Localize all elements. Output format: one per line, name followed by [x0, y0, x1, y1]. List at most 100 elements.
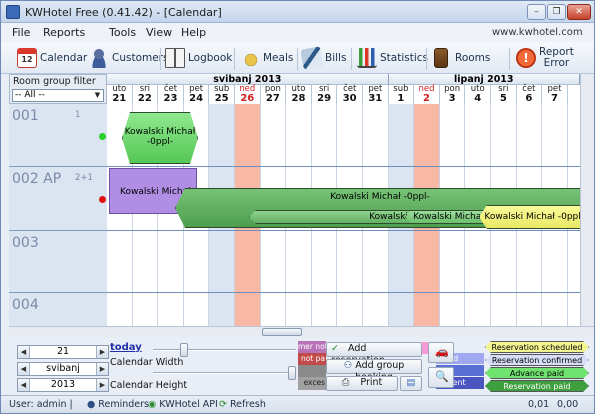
- day-header[interactable]: čet 30: [337, 85, 363, 104]
- export-button[interactable]: ▤: [400, 376, 422, 391]
- day-header[interactable]: uto 28: [286, 85, 312, 104]
- car-filter-button[interactable]: 🚗: [428, 342, 454, 363]
- room-row-003[interactable]: 003: [9, 231, 107, 293]
- statistics-button[interactable]: Statistics: [357, 45, 428, 71]
- previous-month-icon[interactable]: ◀: [18, 363, 30, 375]
- room-divider: [107, 292, 580, 293]
- day-number: 29: [317, 93, 332, 104]
- reservation-block[interactable]: Kowalski Michał -0ppl-: [122, 112, 198, 164]
- today-link[interactable]: today: [110, 342, 142, 353]
- reminders-link[interactable]: ● Reminders: [87, 399, 149, 410]
- day-header[interactable]: sri 22: [132, 85, 159, 104]
- month-spinner[interactable]: ◀ svibanj ▶: [17, 362, 109, 376]
- day-header[interactable]: sri 29: [311, 85, 338, 104]
- day-header[interactable]: pet 7: [542, 85, 568, 104]
- search-button[interactable]: 🔍: [428, 367, 454, 388]
- day-number: 31: [368, 93, 383, 104]
- restore-button[interactable]: ❐: [547, 4, 566, 20]
- api-link[interactable]: ◉ KWHotel API: [148, 399, 218, 410]
- year-spinner[interactable]: ◀ 2013 ▶: [17, 378, 109, 392]
- menu-help[interactable]: Help: [181, 26, 206, 39]
- print-button[interactable]: ⎙ Print: [326, 376, 398, 391]
- search-icon: 🔍: [435, 370, 449, 383]
- day-header[interactable]: sub 25: [209, 85, 235, 104]
- day-header[interactable]: pon 27: [260, 85, 287, 104]
- day-header[interactable]: ned 26: [235, 85, 261, 104]
- day-spinner[interactable]: ◀ 21 ▶: [17, 345, 109, 359]
- calendar-width-slider-thumb[interactable]: [180, 343, 188, 357]
- report-error-button[interactable]: ! Report Error: [516, 45, 574, 71]
- add-group-booking-button[interactable]: ⚇ Add group booking: [326, 359, 422, 383]
- day-number: 27: [265, 93, 280, 104]
- statistics-button-label: Statistics: [380, 52, 428, 64]
- meals-icon: [240, 48, 260, 68]
- calendar-button[interactable]: 12 Calendar: [17, 45, 87, 71]
- book-icon: [165, 48, 185, 68]
- legend-reservation-paid: Reservation paid: [485, 380, 589, 392]
- calendar-height-slider-thumb[interactable]: [288, 366, 296, 380]
- calendar-header: svibanj 2013 lipanj 2013 uto 21 sri 22 čet 23…: [107, 74, 580, 104]
- toolbar-separator: [160, 48, 161, 70]
- menu-reports[interactable]: Reports: [43, 26, 85, 39]
- horizontal-scrollbar[interactable]: [9, 326, 594, 337]
- customers-button[interactable]: Customers: [89, 45, 168, 71]
- refresh-label: Refresh: [229, 399, 266, 410]
- bills-button[interactable]: Bills: [300, 45, 347, 71]
- rooms-button[interactable]: Rooms: [434, 45, 490, 71]
- next-month-icon[interactable]: ▶: [96, 363, 108, 375]
- day-header[interactable]: pet 31: [363, 85, 389, 104]
- customers-icon: [89, 48, 109, 68]
- room-capacity: 1: [75, 110, 81, 120]
- day-header[interactable]: uto 4: [465, 85, 491, 104]
- room-row-002ap[interactable]: 002 AP 2+1: [9, 167, 107, 231]
- day-header[interactable]: uto 21: [107, 85, 133, 104]
- day-number: 22: [137, 93, 152, 104]
- previous-day-icon[interactable]: ◀: [18, 346, 30, 358]
- vertical-scrollbar[interactable]: [580, 74, 594, 326]
- refresh-link[interactable]: ⟳ Refresh: [219, 399, 266, 410]
- rooms-button-label: Rooms: [455, 52, 491, 64]
- next-day-icon[interactable]: ▶: [96, 346, 108, 358]
- room-group-select[interactable]: -- All -- ▼: [12, 89, 104, 102]
- menu-tools[interactable]: Tools: [109, 26, 136, 39]
- next-year-icon[interactable]: ▶: [96, 379, 108, 391]
- add-reservation-button[interactable]: ✓ Add reservation: [326, 342, 422, 366]
- toolbar: 12 Calendar Customers Logbook Meals Bill…: [1, 42, 594, 74]
- reservation-block[interactable]: Kowalski Michał -0ppl-: [479, 205, 580, 229]
- website-link[interactable]: www.kwhotel.com: [492, 27, 583, 38]
- menu-view[interactable]: View: [146, 26, 172, 39]
- meals-button[interactable]: Meals: [240, 45, 293, 71]
- day-header[interactable]: čet 6: [516, 85, 543, 104]
- window-title: KWHotel Free (0.41.42) - [Calendar]: [25, 6, 222, 19]
- day-header[interactable]: čet 23: [158, 85, 184, 104]
- close-button[interactable]: ✕: [567, 4, 591, 20]
- toolbar-separator: [351, 48, 352, 70]
- day-header[interactable]: sub 1: [388, 85, 415, 104]
- room-row-004[interactable]: 004: [9, 293, 107, 326]
- report-error-label: Report Error: [539, 47, 574, 69]
- group-icon: ⚇: [343, 360, 353, 371]
- room-name: 004: [12, 297, 39, 313]
- warning-icon: !: [516, 48, 536, 68]
- day-number: 30: [342, 93, 357, 104]
- calendar-grid[interactable]: Kowalski Michał -0ppl- Kowalski Michał K…: [107, 104, 580, 326]
- room-row-001[interactable]: 001 1: [9, 104, 107, 167]
- day-header[interactable]: sri 5: [491, 85, 517, 104]
- day-number: 28: [291, 93, 306, 104]
- logbook-button[interactable]: Logbook: [165, 45, 232, 71]
- scrollbar-thumb[interactable]: [262, 328, 302, 336]
- room-divider: [107, 230, 580, 231]
- calendar-height-slider[interactable]: [153, 366, 296, 380]
- calendar-width-slider[interactable]: [153, 343, 296, 357]
- minimize-button[interactable]: –: [527, 4, 546, 20]
- day-header[interactable]: ned 2: [414, 85, 440, 104]
- day-header[interactable]: pet 24: [183, 85, 210, 104]
- menu-file[interactable]: File: [12, 26, 30, 39]
- previous-year-icon[interactable]: ◀: [18, 379, 30, 391]
- day-number: 25: [214, 93, 229, 104]
- day-header[interactable]: pon 3: [439, 85, 466, 104]
- room-name: 001: [12, 108, 39, 124]
- day-number: 21: [112, 93, 127, 104]
- report-error-line2: Error: [543, 57, 570, 69]
- bills-button-label: Bills: [325, 52, 347, 64]
